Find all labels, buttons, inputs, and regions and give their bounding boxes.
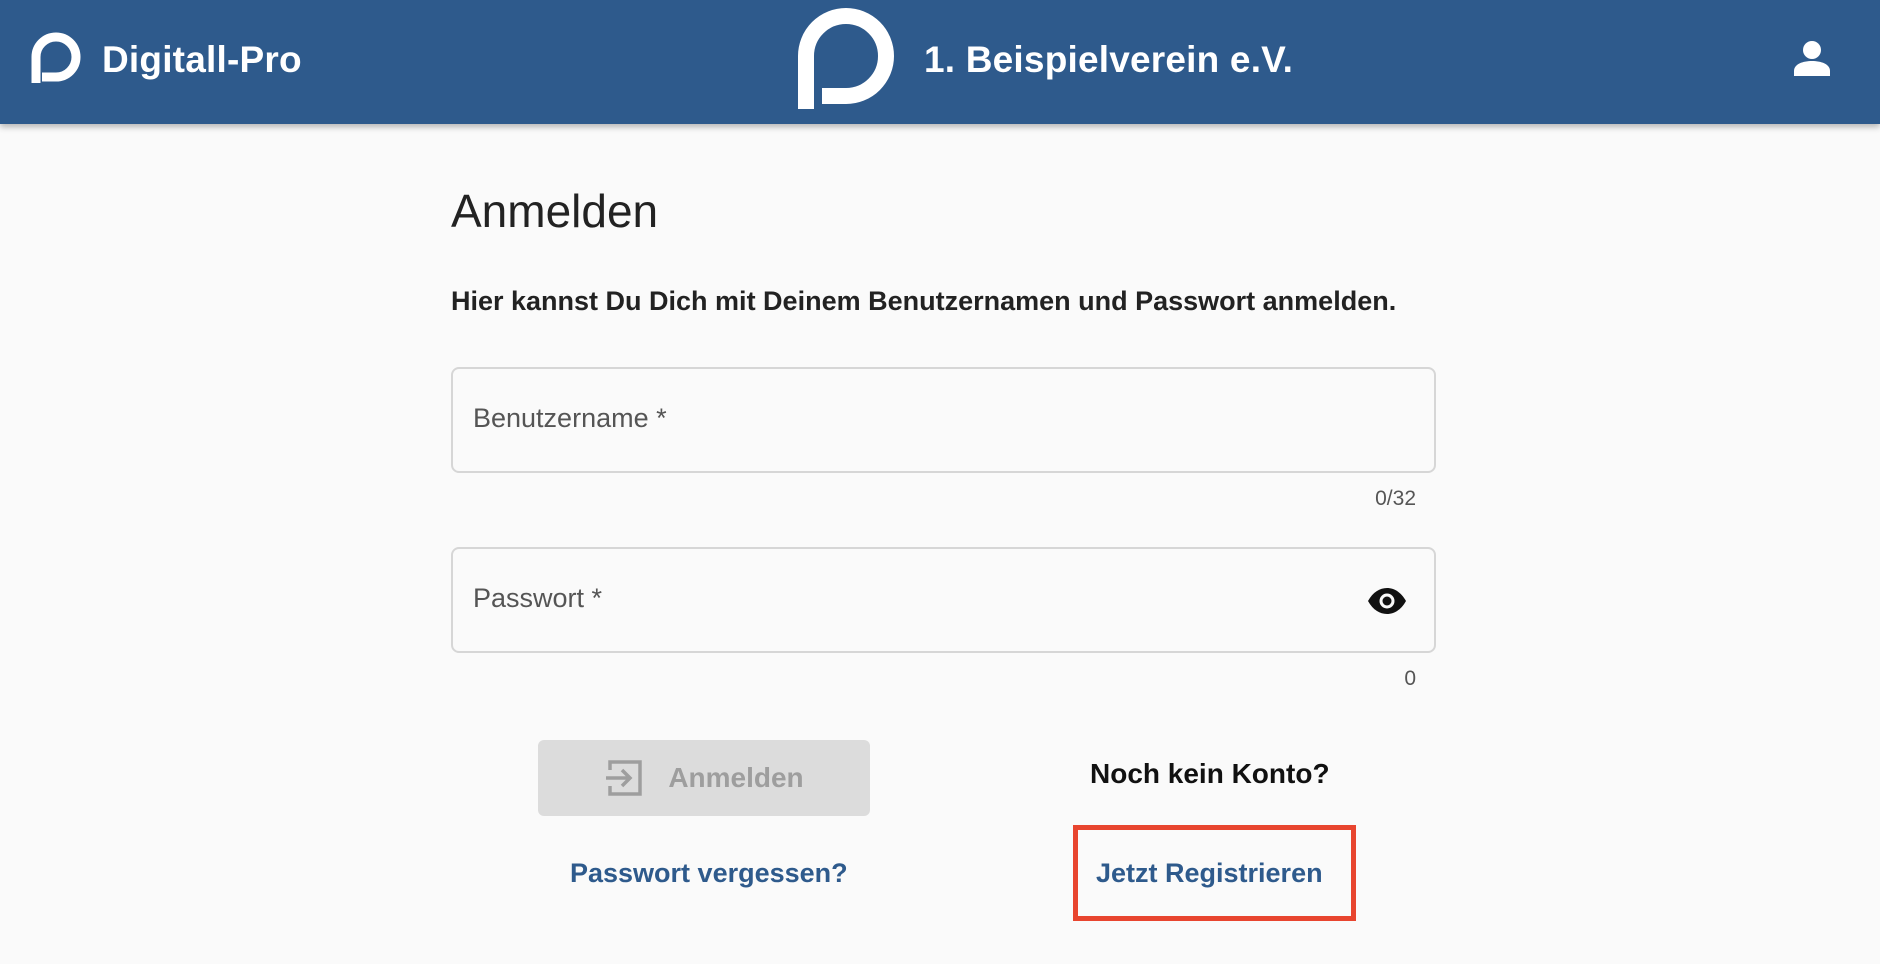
toggle-password-visibility-button[interactable] [1365,581,1409,625]
password-input[interactable] [471,569,1355,631]
intro-text: Hier kannst Du Dich mit Deinem Benutzern… [451,286,1397,316]
user-account-icon [1793,40,1831,81]
club-logo-icon [796,8,900,112]
login-arrow-icon [604,758,668,798]
club-title: 1. Beispielverein e.V. [796,8,1293,112]
app-header: Digitall-Pro 1. Beispielverein e.V. [0,0,1880,124]
username-char-counter: 0/32 [1375,487,1416,510]
forgot-password-link[interactable]: Passwort vergessen? [570,858,848,889]
username-input[interactable] [471,389,1375,451]
no-account-text: Noch kein Konto? [1090,758,1330,789]
eye-icon [1367,587,1407,620]
login-button[interactable]: Anmelden [538,740,870,816]
brand[interactable]: Digitall-Pro [30,30,302,90]
register-link[interactable]: Jetzt Registrieren [1096,858,1323,889]
password-field[interactable]: Passwort * [451,547,1436,653]
brand-name: Digitall-Pro [102,39,302,80]
user-account-button[interactable] [1790,38,1834,82]
username-field[interactable]: Benutzername * [451,367,1436,473]
page-title: Anmelden [451,185,659,237]
login-button-label: Anmelden [668,762,804,793]
club-name: 1. Beispielverein e.V. [924,39,1294,80]
digitall-logo-icon [30,31,88,89]
password-char-counter: 0 [1404,667,1416,690]
